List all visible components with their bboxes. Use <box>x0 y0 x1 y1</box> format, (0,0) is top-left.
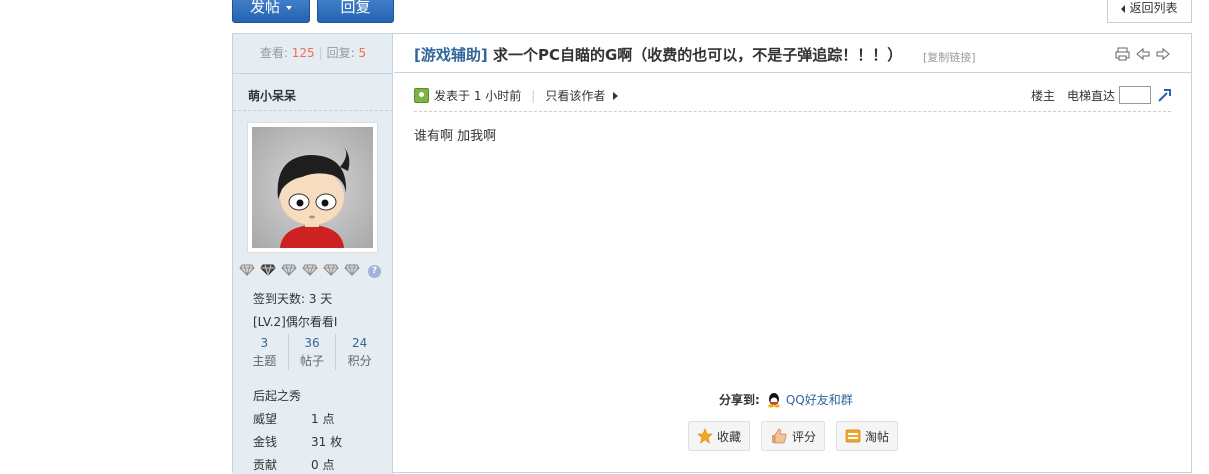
post-content: 谁有啊 加我啊 <box>414 129 497 144</box>
count-value: 36 <box>304 336 320 350</box>
divider <box>394 72 1191 73</box>
rate-button[interactable]: 评分 <box>761 421 826 451</box>
count-value: 3 <box>260 336 269 350</box>
chevron-down-icon <box>286 5 292 10</box>
online-status-icon <box>414 88 429 103</box>
count-posts[interactable]: 36 帖子 <box>287 334 336 370</box>
prop-value: 0 点 <box>311 458 335 472</box>
count-topics[interactable]: 3 主题 <box>241 334 288 370</box>
only-author-link[interactable]: 只看该作者 <box>545 87 605 104</box>
thread-title-text: 求一个PC自瞄的G啊（收费的也可以，不是子弹追踪！！！） <box>492 46 903 64</box>
thread-stats: 查看: 125 | 回复: 5 <box>233 34 393 74</box>
new-post-label: 发帖 <box>249 0 280 16</box>
divider <box>233 110 393 111</box>
tao-post-button[interactable]: 淘帖 <box>836 421 899 451</box>
back-to-list-button[interactable]: 返回列表 <box>1107 0 1192 23</box>
avatar[interactable] <box>247 122 378 253</box>
share-label: 分享到: <box>719 393 760 407</box>
thumbs-up-icon <box>772 428 787 444</box>
diamond-icon[interactable] <box>323 264 339 276</box>
prev-thread-icon[interactable] <box>1136 47 1150 61</box>
tao-post-label: 淘帖 <box>865 429 890 444</box>
reply-button[interactable]: 回复 <box>317 0 394 23</box>
views-count: 125 <box>291 46 315 60</box>
share-qq-link[interactable]: QQ好友和群 <box>786 391 853 408</box>
help-icon[interactable]: ? <box>368 265 381 278</box>
share-row: 分享到: QQ好友和群 <box>719 391 853 408</box>
arrow-left-icon <box>1121 4 1126 13</box>
prop-value: 31 枚 <box>311 435 343 449</box>
user-level[interactable]: [LV.2]偶尔看看I <box>253 313 337 330</box>
prop-key: 金钱 <box>253 435 278 449</box>
print-icon[interactable] <box>1115 47 1130 61</box>
qq-icon[interactable] <box>766 392 782 408</box>
thread-tools <box>1115 47 1170 61</box>
star-icon <box>697 428 713 444</box>
signin-days: 签到天数: 3 天 <box>253 292 333 306</box>
avatar-image <box>252 127 373 248</box>
reply-label: 回复 <box>340 0 371 16</box>
prop-row: 贡献 0 点 <box>253 456 334 473</box>
diamond-icon[interactable] <box>344 264 360 276</box>
divider <box>414 111 1171 112</box>
prop-row: 金钱 31 枚 <box>253 433 342 450</box>
diamond-icon[interactable] <box>302 264 318 276</box>
prop-row: 威望 1 点 <box>253 410 334 427</box>
replies-label: 回复: <box>326 46 355 60</box>
thread-category[interactable]: [游戏辅助] <box>414 46 488 64</box>
thread-title: [游戏辅助] 求一个PC自瞄的G啊（收费的也可以，不是子弹追踪！！！） <box>414 44 902 65</box>
tray-icon <box>845 429 861 443</box>
floor-jump-input[interactable] <box>1119 86 1152 104</box>
diamond-icon[interactable] <box>260 264 276 276</box>
author-name[interactable]: 萌小呆呆 <box>248 87 296 104</box>
diamond-icon[interactable] <box>239 264 255 276</box>
go-icon[interactable] <box>1157 87 1173 103</box>
post-actions: 收藏 评分 淘帖 <box>688 421 909 451</box>
replies-count: 5 <box>358 46 367 60</box>
count-label: 帖子 <box>300 354 325 368</box>
count-label: 积分 <box>347 354 372 368</box>
prop-value: 1 点 <box>311 412 335 426</box>
prop-key: 威望 <box>253 412 278 426</box>
count-credits[interactable]: 24 积分 <box>335 334 383 370</box>
diamond-icon[interactable] <box>281 264 297 276</box>
favorite-label: 收藏 <box>717 429 742 444</box>
next-thread-icon[interactable] <box>1156 47 1170 61</box>
arrow-right-icon <box>613 91 619 100</box>
medal-row <box>239 264 360 276</box>
new-post-button[interactable]: 发帖 <box>232 0 310 23</box>
post-time: 发表于 1 小时前 <box>434 89 522 103</box>
author-counts: 3 主题 36 帖子 24 积分 <box>241 334 383 370</box>
floor-controls: 楼主 电梯直达 <box>1031 86 1173 104</box>
back-to-list-label: 返回列表 <box>1129 1 1178 15</box>
jump-label: 电梯直达 <box>1067 88 1116 103</box>
rate-label: 评分 <box>792 429 817 444</box>
post-meta: 发表于 1 小时前 | 只看该作者 <box>414 87 619 104</box>
count-label: 主题 <box>252 354 277 368</box>
favorite-button[interactable]: 收藏 <box>688 421 751 451</box>
prop-key: 贡献 <box>253 458 278 472</box>
views-label: 查看: <box>259 46 288 60</box>
count-value: 24 <box>352 336 368 350</box>
copy-link[interactable]: [复制链接] <box>923 49 976 65</box>
user-rank: 后起之秀 <box>253 389 302 403</box>
floor-label: 楼主 <box>1031 88 1056 103</box>
